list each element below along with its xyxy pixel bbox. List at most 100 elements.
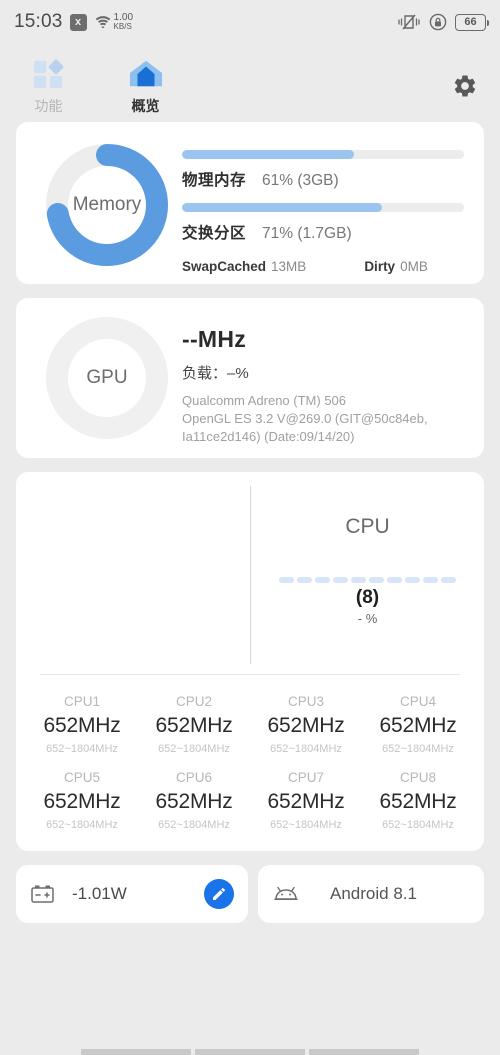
app-screen: 15:03 x 1.00 KB/S 66 功能 概览 Memory 物理内存 6… (0, 0, 500, 1055)
cpu-core-item: CPU7 652MHz 652~1804MHz (250, 761, 362, 837)
cpu-core-range: 652~1804MHz (382, 819, 454, 831)
gpu-desc-line-3: Ia11ce2d146) (Date:09/14/20) (182, 429, 355, 444)
swap-line: 交换分区 71% (1.7GB) (182, 221, 464, 243)
memory-ring-label: Memory (72, 194, 142, 215)
tab-functions[interactable]: 功能 (0, 57, 97, 116)
cpu-core-range: 652~1804MHz (46, 743, 118, 755)
gpu-frequency: --MHz (182, 326, 247, 352)
cpu-core-name: CPU1 (63, 694, 100, 709)
cpu-pill (405, 576, 420, 583)
physical-memory-bar (182, 150, 464, 159)
gpu-desc-line-1: Qualcomm Adreno (TM) 506 (182, 393, 347, 408)
cpu-card[interactable]: CPU (8) - % CPU1 652MHz 652~1804MHz CPU2 652… (16, 472, 484, 851)
battery-power-value: -1.01W (72, 884, 127, 903)
cpu-core-name: CPU4 (399, 694, 436, 709)
gpu-ring: GPU (44, 315, 170, 441)
gpu-desc-line-2: OpenGL ES 3.2 V@269.0 (GIT@50c84eb, (182, 411, 428, 426)
battery-power-card[interactable]: -1.01W (16, 865, 248, 923)
cpu-core-range: 652~1804MHz (270, 819, 342, 831)
cpu-core-range: 652~1804MHz (158, 743, 230, 755)
swapcached-value: 13MB (271, 259, 307, 274)
cpu-history-chart (16, 472, 250, 674)
cpu-core-frequency: 652MHz (43, 790, 121, 813)
physical-memory-line: 物理内存 61% (3GB) (182, 168, 464, 190)
gpu-ring-label: GPU (86, 367, 128, 388)
cpu-core-frequency: 652MHz (379, 790, 457, 813)
vibrate-off-icon (398, 14, 420, 30)
swap-value: 71% (1.7GB) (262, 225, 352, 242)
physical-memory-label: 物理内存 (182, 172, 247, 189)
dirty-label: Dirty (364, 259, 396, 274)
nav-home-hint[interactable] (195, 1049, 305, 1055)
swapcached-label: SwapCached (182, 259, 267, 274)
cpu-core-range: 652~1804MHz (270, 743, 342, 755)
system-nav-bar (0, 1047, 500, 1055)
gpu-card[interactable]: GPU --MHz 负载：–% Qualcomm Adreno (TM) 506… (16, 298, 484, 458)
cpu-top-section: CPU (8) - % (16, 472, 484, 674)
cpu-core-frequency: 652MHz (379, 714, 457, 737)
status-bar: 15:03 x 1.00 KB/S 66 (0, 0, 500, 44)
cpu-pill (297, 576, 312, 583)
cpu-core-count: (8) (355, 586, 380, 608)
status-bar-right: 66 (397, 13, 489, 31)
cpu-core-grid: CPU1 652MHz 652~1804MHz CPU2 652MHz 652~1804M… (16, 675, 484, 837)
battery-indicator: 66 (455, 13, 489, 31)
cpu-core-pills (279, 576, 456, 583)
physical-memory-value: 61% (3GB) (262, 172, 339, 189)
cpu-core-range: 652~1804MHz (158, 819, 230, 831)
cpu-core-frequency: 652MHz (267, 714, 345, 737)
cpu-summary: CPU (8) - % (251, 472, 484, 674)
status-bar-left: 15:03 x 1.00 KB/S (14, 11, 133, 33)
cpu-pill (315, 576, 330, 583)
battery-horizontal-icon (31, 885, 54, 903)
cpu-pill (423, 576, 438, 583)
nav-back-hint[interactable] (81, 1049, 191, 1055)
cpu-core-name: CPU8 (399, 770, 436, 785)
cpu-title: CPU (345, 514, 390, 538)
cpu-core-frequency: 652MHz (267, 790, 345, 813)
pencil-icon (213, 887, 226, 900)
tab-overview-label: 概览 (131, 98, 160, 114)
gpu-ring-wrap: GPU (32, 315, 182, 441)
cpu-usage: - % (357, 610, 378, 626)
memory-extras: SwapCached 13MB Dirty 0MB (182, 259, 464, 274)
bottom-cards-row: -1.01W Android 8.1 (16, 865, 484, 923)
cpu-core-item: CPU5 652MHz 652~1804MHz (26, 761, 138, 837)
swap-label: 交换分区 (182, 225, 247, 242)
android-robot-icon (274, 886, 298, 900)
cpu-core-item: CPU6 652MHz 652~1804MHz (138, 761, 250, 837)
cpu-core-name: CPU7 (287, 770, 324, 785)
gpu-load: 负载：–% (182, 365, 249, 382)
cpu-core-frequency: 652MHz (43, 714, 121, 737)
cpu-core-name: CPU5 (63, 770, 100, 785)
tab-bar: 功能 概览 (0, 44, 500, 122)
grid-squares-icon (33, 59, 63, 89)
gear-icon (454, 75, 476, 97)
edit-button[interactable] (204, 879, 234, 909)
network-speed: 1.00 KB/S (94, 11, 134, 32)
memory-ring: Memory (44, 142, 170, 268)
cpu-core-name: CPU2 (175, 694, 212, 709)
cpu-core-frequency: 652MHz (155, 714, 233, 737)
cpu-core-item: CPU8 652MHz 652~1804MHz (362, 761, 474, 837)
wifi-icon (95, 16, 110, 28)
cpu-pill (351, 576, 366, 583)
nav-recents-hint[interactable] (309, 1049, 419, 1055)
memory-card[interactable]: Memory 物理内存 61% (3GB) 交换分区 71% (1.7GB) S… (16, 122, 484, 284)
android-version-value: Android 8.1 (330, 884, 417, 903)
cpu-core-range: 652~1804MHz (382, 743, 454, 755)
x-badge-icon: x (69, 13, 87, 31)
tab-functions-label: 功能 (34, 98, 63, 114)
cpu-pill (441, 576, 456, 583)
android-version-card[interactable]: Android 8.1 (258, 865, 484, 923)
cpu-core-item: CPU2 652MHz 652~1804MHz (138, 685, 250, 761)
rotation-lock-icon (429, 13, 447, 31)
dirty-value: 0MB (400, 259, 428, 274)
settings-button[interactable] (452, 73, 500, 116)
cpu-pill (333, 576, 348, 583)
physical-memory-bar-fill (182, 150, 355, 159)
net-speed-unit: KB/S (113, 22, 132, 31)
net-speed-value: 1.00 (113, 11, 134, 23)
cpu-core-item: CPU4 652MHz 652~1804MHz (362, 685, 474, 761)
tab-overview[interactable]: 概览 (97, 57, 194, 116)
